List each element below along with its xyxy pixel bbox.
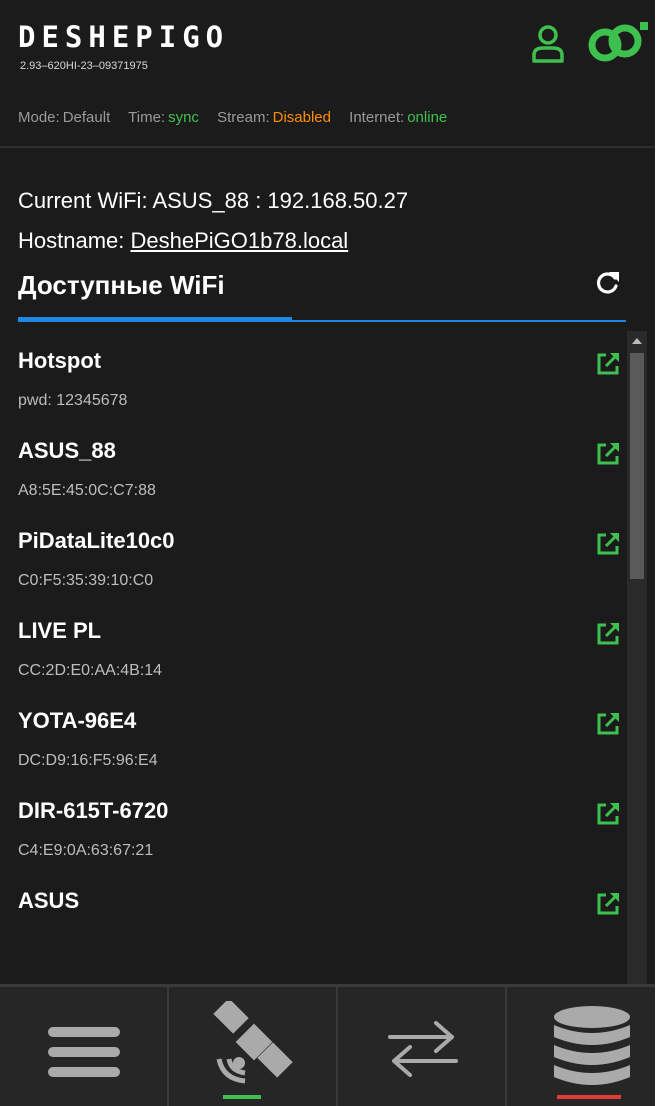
external-link-icon[interactable] <box>594 440 622 468</box>
internet-value: online <box>407 109 448 126</box>
transfer-icon <box>388 1021 458 1077</box>
hostname-label: Hostname: <box>18 228 125 253</box>
hostname-link[interactable]: DeshePiGO1b78.local <box>131 228 349 253</box>
scroll-up-arrow[interactable] <box>627 331 647 351</box>
wifi-network-name: ASUS_88 <box>18 438 116 463</box>
scroll-thumb[interactable] <box>630 353 644 579</box>
wifi-network-item[interactable]: LIVE PL CC:2D:E0:AA:4B:14 <box>0 618 630 708</box>
wifi-network-item[interactable]: ASUS_88 A8:5E:45:0C:C7:88 <box>0 438 630 528</box>
time-value: sync <box>168 109 199 126</box>
external-link-icon[interactable] <box>594 620 622 648</box>
wifi-network-item[interactable]: PiDataLite10c0 C0:F5:35:39:10:C0 <box>0 528 630 618</box>
wifi-network-name: Hotspot <box>18 348 102 373</box>
main-content: Current WiFi: ASUS_88 : 192.168.50.27 Ho… <box>0 148 655 984</box>
database-icon <box>554 1006 630 1085</box>
menu-icon <box>48 1027 120 1077</box>
wifi-network-detail: CC:2D:E0:AA:4B:14 <box>18 662 163 679</box>
wifi-network-item[interactable]: YOTA-96E4 DC:D9:16:F5:96:E4 <box>0 708 630 798</box>
nav-database-indicator <box>557 1095 621 1099</box>
satellite-icon <box>213 1001 293 1084</box>
wifi-network-list: Hotspot pwd: 12345678 ASUS_88 A8:5E:45:0C:C… <box>0 348 630 978</box>
time-label: Time: <box>128 109 166 126</box>
wifi-network-item[interactable]: Hotspot pwd: 12345678 <box>0 348 630 438</box>
refresh-icon[interactable] <box>594 269 622 297</box>
wifi-network-name: DIR-615T-6720 <box>18 798 169 823</box>
current-wifi: Current WiFi: ASUS_88 : 192.168.50.27 <box>18 188 409 213</box>
version-text: 2.93–620HI-23–09371975 <box>20 60 148 72</box>
nav-database[interactable] <box>505 987 655 1106</box>
app: DESHEPIGO 2.93–620HI-23–09371975 Mode: De… <box>0 0 655 1106</box>
hostname-row: Hostname: DeshePiGO1b78.local <box>18 228 348 254</box>
external-link-icon[interactable] <box>594 890 622 918</box>
wifi-network-item[interactable]: ASUS <box>0 888 630 978</box>
external-link-icon[interactable] <box>594 800 622 828</box>
link-icon[interactable] <box>588 20 648 68</box>
wifi-network-name: PiDataLite10c0 <box>18 528 175 553</box>
wifi-network-detail: C4:E9:0A:63:67:21 <box>18 842 154 859</box>
wifi-network-name: YOTA-96E4 <box>18 708 137 733</box>
external-link-icon[interactable] <box>594 710 622 738</box>
section-title: Доступные WiFi <box>18 270 225 300</box>
mode-value: Default <box>62 109 111 126</box>
bottom-nav <box>0 984 655 1106</box>
stream-value: Disabled <box>272 109 331 126</box>
tab-active-indicator <box>18 317 292 322</box>
stream-label: Stream: <box>217 109 270 126</box>
internet-label: Internet: <box>349 109 405 126</box>
external-link-icon[interactable] <box>594 350 622 378</box>
nav-satellite-indicator <box>223 1095 261 1099</box>
wifi-network-name: ASUS <box>18 888 80 913</box>
wifi-network-name: LIVE PL <box>18 618 102 643</box>
wifi-network-detail: pwd: 12345678 <box>18 392 128 409</box>
wifi-network-item[interactable]: DIR-615T-6720 C4:E9:0A:63:67:21 <box>0 798 630 888</box>
nav-transfer[interactable] <box>336 987 505 1106</box>
mode-label: Mode: <box>18 109 60 126</box>
header: DESHEPIGO 2.93–620HI-23–09371975 Mode: De… <box>0 0 655 148</box>
nav-satellite[interactable] <box>167 987 336 1106</box>
wifi-network-detail: C0:F5:35:39:10:C0 <box>18 572 154 589</box>
nav-menu[interactable] <box>0 987 167 1106</box>
wifi-network-detail: DC:D9:16:F5:96:E4 <box>18 752 158 769</box>
brand-logo: DESHEPIGO <box>18 20 230 54</box>
user-icon[interactable] <box>531 24 565 64</box>
external-link-icon[interactable] <box>594 530 622 558</box>
wifi-network-detail: A8:5E:45:0C:C7:88 <box>18 482 156 499</box>
status-bar: Mode: Default Time: sync Stream: Disabled I… <box>18 109 461 126</box>
scrollbar[interactable] <box>627 331 647 984</box>
